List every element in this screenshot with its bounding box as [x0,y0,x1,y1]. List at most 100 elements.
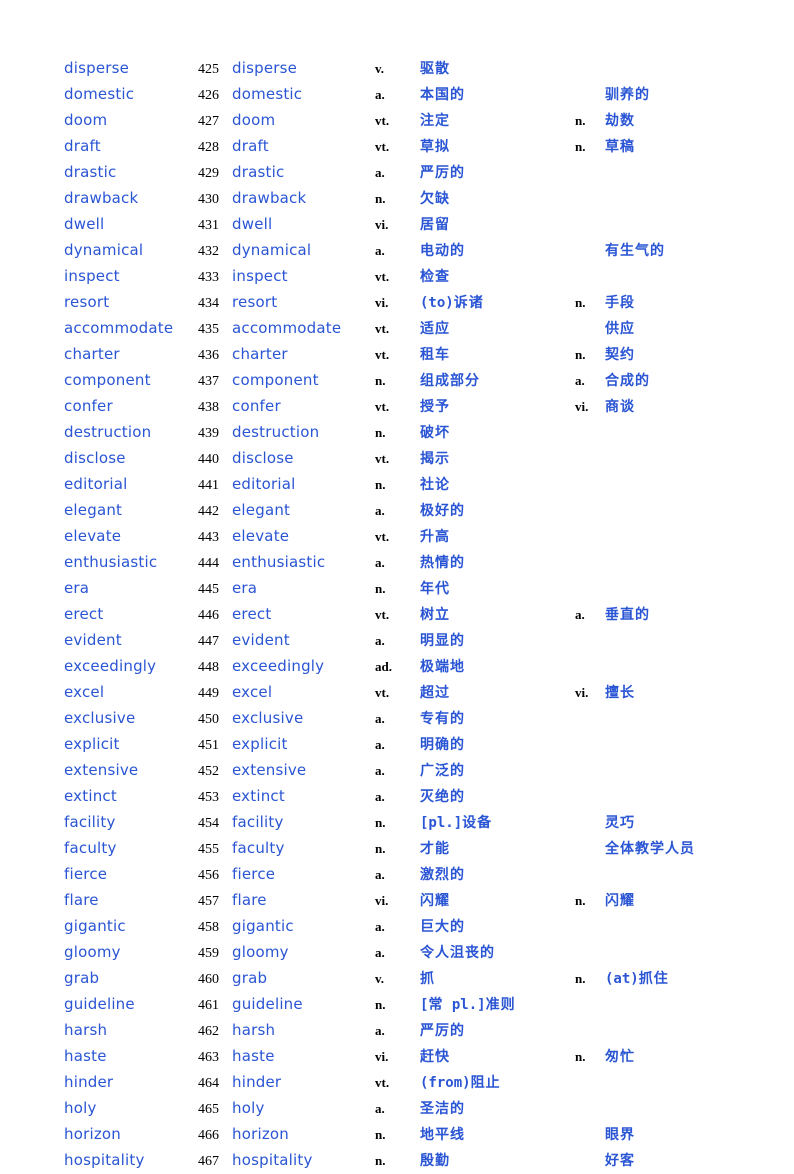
vocabulary-row: flare 457 flare vi. 闪耀 n. 闪耀 [0,888,740,914]
vocabulary-row: domestic 426 domestic a. 本国的 驯养的 [0,82,740,108]
entry-number-cell: 464 [198,1070,232,1096]
definition-secondary: 全体教学人员 [605,841,695,857]
vocabulary-row: fierce 456 fierce a. 激烈的 [0,862,740,888]
vocabulary-row: hospitality 467 hospitality n. 殷勤 好客 [0,1148,740,1174]
entry-number-cell: 428 [198,134,232,160]
part-of-speech-secondary-cell [575,550,605,576]
entry-number: 458 [198,920,219,935]
word-entry-cell: domestic [0,82,198,108]
entry-number: 443 [198,530,219,545]
definition-primary: 驱散 [420,61,450,77]
entry-number: 454 [198,816,219,831]
definition-secondary-cell: 好客 [605,1148,740,1174]
entry-number: 462 [198,1024,219,1039]
definition-primary: 欠缺 [420,191,450,207]
part-of-speech-secondary-cell: n. [575,888,605,914]
vocabulary-row: drastic 429 drastic a. 严厉的 [0,160,740,186]
entry-number-cell: 452 [198,758,232,784]
entry-number: 437 [198,374,219,389]
part-of-speech-secondary: n. [575,893,586,908]
part-of-speech-secondary-cell [575,784,605,810]
word-entry-cell: extensive [0,758,198,784]
vocabulary-row: disclose 440 disclose vt. 揭示 [0,446,740,472]
vocabulary-row: extinct 453 extinct a. 灭绝的 [0,784,740,810]
word-entry: faculty [64,839,117,857]
part-of-speech-primary-cell: vt. [375,680,420,706]
word-entry-repeat-cell: flare [232,888,375,914]
word-entry-repeat: domestic [232,85,303,103]
part-of-speech-primary-cell: a. [375,1018,420,1044]
word-entry: gigantic [64,917,126,935]
entry-number-cell: 456 [198,862,232,888]
part-of-speech-primary-cell: vi. [375,1044,420,1070]
entry-number-cell: 466 [198,1122,232,1148]
definition-secondary-cell: 擅长 [605,680,740,706]
part-of-speech-secondary: a. [575,607,585,622]
definition-secondary-cell: 眼界 [605,1122,740,1148]
definition-secondary: 灵巧 [605,815,635,831]
part-of-speech-secondary-cell: n. [575,342,605,368]
word-entry: draft [64,137,101,155]
vocabulary-row: erect 446 erect vt. 树立 a. 垂直的 [0,602,740,628]
entry-number: 456 [198,868,219,883]
entry-number-cell: 462 [198,1018,232,1044]
definition-secondary-cell [605,498,740,524]
part-of-speech-primary: v. [375,971,385,986]
word-entry-repeat-cell: resort [232,290,375,316]
definition-primary-cell: 注定 [420,108,575,134]
word-entry-cell: hospitality [0,1148,198,1174]
part-of-speech-primary-cell: a. [375,550,420,576]
vocabulary-row: enthusiastic 444 enthusiastic a. 热情的 [0,550,740,576]
word-entry-cell: exceedingly [0,654,198,680]
part-of-speech-secondary-cell [575,446,605,472]
definition-primary-cell: 破坏 [420,420,575,446]
entry-number: 440 [198,452,219,467]
definition-secondary-cell [605,576,740,602]
part-of-speech-primary: a. [375,555,385,570]
word-entry-repeat-cell: fierce [232,862,375,888]
part-of-speech-primary-cell: vt. [375,264,420,290]
entry-number: 430 [198,192,219,207]
entry-number-cell: 432 [198,238,232,264]
word-entry-repeat-cell: doom [232,108,375,134]
part-of-speech-primary: vt. [375,1075,390,1090]
entry-number-cell: 429 [198,160,232,186]
part-of-speech-secondary-cell: n. [575,966,605,992]
definition-secondary-cell: 供应 [605,316,740,342]
definition-primary-cell: 明显的 [420,628,575,654]
part-of-speech-secondary-cell: n. [575,290,605,316]
part-of-speech-primary-cell: a. [375,784,420,810]
definition-secondary: 眼界 [605,1127,635,1143]
vocabulary-row: holy 465 holy a. 圣洁的 [0,1096,740,1122]
part-of-speech-primary: vi. [375,893,389,908]
part-of-speech-secondary-cell: n. [575,108,605,134]
word-entry-repeat: exclusive [232,709,304,727]
vocabulary-row: dynamical 432 dynamical a. 电动的 有生气的 [0,238,740,264]
part-of-speech-primary-cell: a. [375,706,420,732]
part-of-speech-primary-cell: a. [375,628,420,654]
word-entry: hinder [64,1073,114,1091]
word-entry-repeat-cell: gloomy [232,940,375,966]
definition-primary-cell: 驱散 [420,56,575,82]
entry-number-cell: 447 [198,628,232,654]
part-of-speech-secondary: vi. [575,399,589,414]
definition-secondary-cell [605,784,740,810]
word-entry: horizon [64,1125,121,1143]
definition-primary: 组成部分 [420,373,480,389]
word-entry-repeat-cell: editorial [232,472,375,498]
entry-number-cell: 442 [198,498,232,524]
definition-secondary-cell [605,550,740,576]
definition-secondary: 垂直的 [605,607,650,623]
definition-primary: 租车 [420,347,450,363]
definition-primary-cell: 地平线 [420,1122,575,1148]
entry-number-cell: 449 [198,680,232,706]
entry-number-cell: 467 [198,1148,232,1174]
definition-primary: 检查 [420,269,450,285]
vocabulary-row: exceedingly 448 exceedingly ad. 极端地 [0,654,740,680]
definition-secondary-cell [605,628,740,654]
word-entry: charter [64,345,120,363]
part-of-speech-secondary: n. [575,113,586,128]
definition-primary: 揭示 [420,451,450,467]
part-of-speech-secondary-cell [575,472,605,498]
word-entry: enthusiastic [64,553,158,571]
